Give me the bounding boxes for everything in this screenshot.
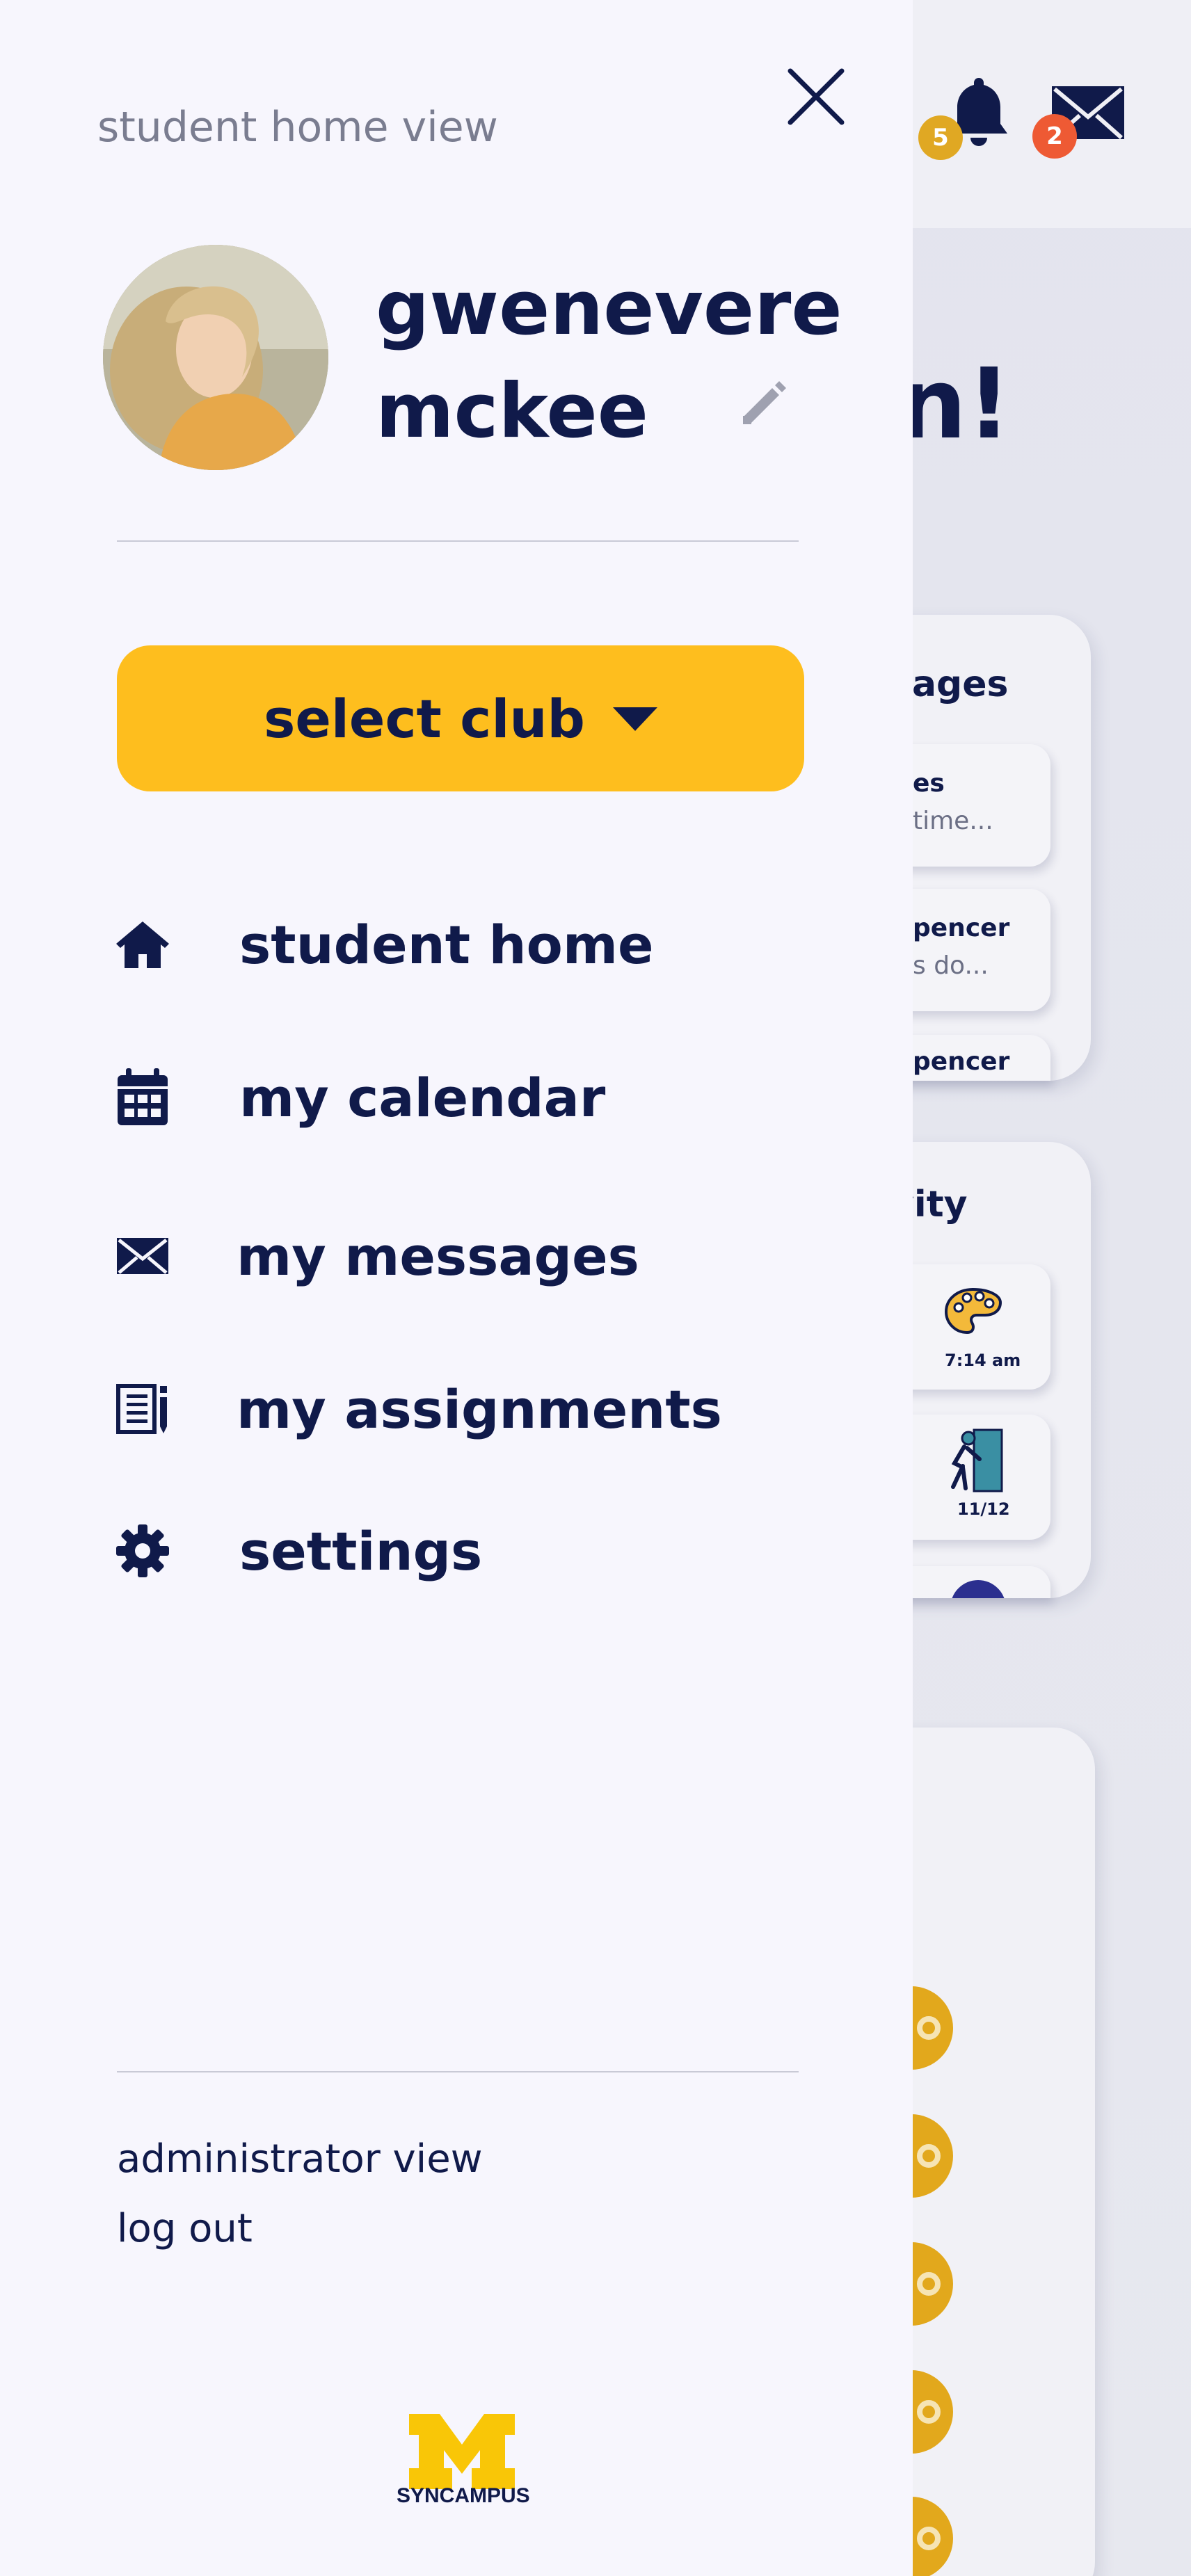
- assignments-icon: [111, 1378, 174, 1440]
- notification-count-badge: 5: [918, 115, 963, 160]
- message-item-snippet: s do...: [913, 951, 989, 980]
- brand-name: SYNCAMPUS: [397, 2484, 530, 2507]
- nav-item-my-calendar[interactable]: my calendar: [111, 1056, 807, 1139]
- side-drawer: student home view gwenevere mckee select…: [0, 0, 913, 2576]
- home-icon: [111, 913, 174, 976]
- gear-icon: [111, 1520, 174, 1582]
- nav-item-label: student home: [239, 913, 654, 976]
- activity-item-date: 11/12: [957, 1499, 1010, 1519]
- avatar[interactable]: [103, 245, 328, 470]
- user-first-name: gwenevere: [376, 265, 842, 352]
- nav-item-label: my messages: [237, 1225, 639, 1287]
- message-item-title: es: [913, 769, 945, 798]
- greeting-text: n!: [897, 348, 1012, 461]
- select-club-label: select club: [264, 687, 585, 750]
- nav-item-student-home[interactable]: student home: [111, 903, 807, 986]
- climbing-icon: [951, 1428, 1003, 1492]
- nav-item-label: settings: [239, 1520, 483, 1582]
- nav-item-label: my calendar: [239, 1066, 606, 1129]
- palette-icon: [944, 1287, 1002, 1335]
- log-out-link[interactable]: log out: [117, 2206, 253, 2251]
- caret-down-icon: [612, 707, 657, 731]
- administrator-view-link[interactable]: administrator view: [117, 2136, 483, 2182]
- profile-photo: [103, 245, 328, 470]
- user-name: gwenevere mckee: [376, 257, 842, 463]
- message-count-badge: 2: [1032, 114, 1077, 159]
- close-icon[interactable]: [786, 67, 846, 127]
- nav-item-settings[interactable]: settings: [111, 1509, 807, 1593]
- view-label: student home view: [97, 103, 498, 152]
- pencil-icon[interactable]: [735, 376, 790, 431]
- nav-item-label: my assignments: [237, 1378, 722, 1440]
- calendar-icon: [111, 1066, 174, 1129]
- message-item-title: pencer: [913, 1047, 1010, 1076]
- activity-item-time: 7:14 am: [945, 1351, 1021, 1370]
- divider: [117, 2071, 799, 2072]
- nav-item-my-assignments[interactable]: my assignments: [111, 1367, 807, 1451]
- select-club-button[interactable]: select club: [117, 645, 804, 791]
- message-item-snippet: time...: [913, 807, 993, 835]
- mascot-icon: [950, 1580, 1006, 1598]
- divider: [117, 540, 799, 542]
- envelope-icon: [111, 1225, 174, 1287]
- nav-item-my-messages[interactable]: my messages: [111, 1214, 807, 1298]
- message-item-title: pencer: [913, 914, 1010, 942]
